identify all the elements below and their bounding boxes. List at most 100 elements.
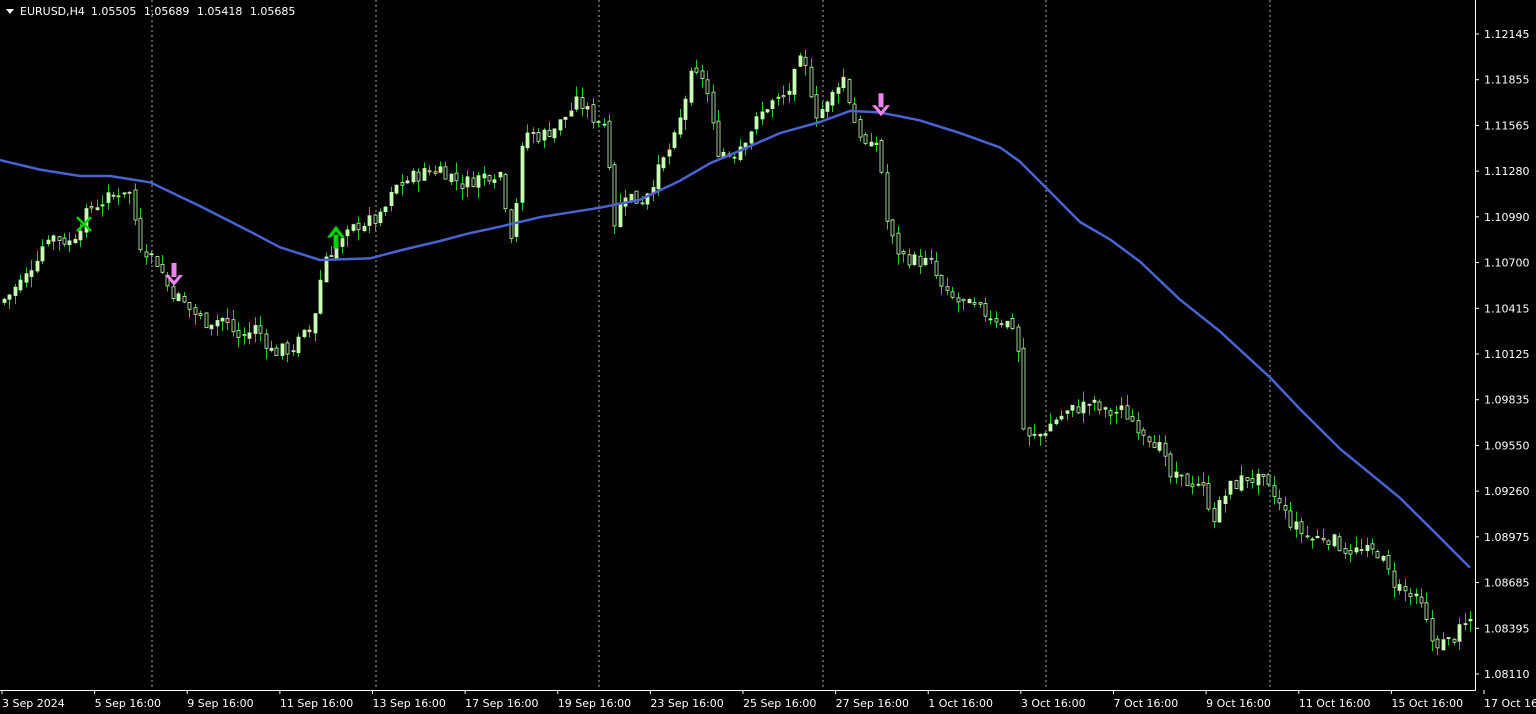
y-tick-label: 1.09260 (1484, 485, 1530, 498)
bear-candle (57, 236, 62, 241)
y-tick-label: 1.09835 (1484, 394, 1530, 407)
bull-candle (754, 116, 759, 130)
candle-layer (2, 49, 1473, 655)
bull-candle (1087, 403, 1092, 406)
bear-candle (1321, 537, 1326, 541)
bull-candle (574, 96, 579, 110)
bear-candle (1141, 429, 1146, 436)
bear-candle (503, 174, 508, 210)
bear-candle (929, 257, 934, 260)
bear-candle (231, 319, 236, 333)
bull-candle (100, 204, 105, 207)
bull-candle (318, 279, 323, 314)
bull-candle (51, 235, 56, 242)
x-tick-label: 19 Sep 16:00 (558, 697, 631, 710)
bear-candle (950, 291, 955, 298)
bear-candle (809, 66, 814, 98)
bear-candle (547, 130, 552, 137)
bull-candle (798, 55, 803, 67)
bull-candle (313, 313, 318, 334)
bear-candle (1266, 474, 1271, 485)
bear-candle (1348, 550, 1353, 555)
bear-candle (471, 177, 476, 187)
bull-candle (220, 317, 225, 322)
bull-candle (830, 91, 835, 106)
bull-candle (689, 70, 694, 103)
bear-candle (400, 182, 405, 186)
bull-candle (307, 329, 312, 333)
bull-candle (874, 142, 879, 146)
bear-candle (1283, 504, 1288, 511)
bull-candle (411, 170, 416, 183)
bull-candle (836, 87, 841, 94)
bear-candle (994, 318, 999, 323)
bear-candle (607, 120, 612, 168)
bull-candle (542, 129, 547, 141)
axis-layer: 1.12145 1.11855 1.11565 1.11280 1.10990 1.107… (0, 0, 1536, 710)
bull-candle (1256, 473, 1261, 486)
bull-candle (1228, 480, 1233, 495)
bear-candle (705, 79, 710, 95)
x-tick-label: 7 Oct 16:00 (1114, 697, 1179, 710)
bull-candle (525, 132, 530, 149)
bull-candle (465, 176, 470, 188)
bear-candle (956, 297, 961, 303)
high-value: 1.05689 (143, 4, 190, 18)
sell-arrow-shaft (878, 93, 884, 108)
bull-candle (405, 180, 410, 184)
bull-candle (296, 336, 301, 354)
sell-arrow-shaft (171, 262, 177, 277)
bull-candle (1048, 423, 1053, 432)
signal-layer (76, 93, 890, 286)
bear-candle (427, 170, 432, 173)
bull-candle (269, 347, 274, 351)
bull-candle (923, 257, 928, 266)
bull-candle (422, 168, 427, 181)
y-tick-label: 1.10125 (1484, 348, 1530, 361)
bull-candle (1217, 500, 1222, 523)
chart-window[interactable]: 1.12145 1.11855 1.11565 1.11280 1.10990 1.107… (0, 0, 1536, 714)
bull-candle (1065, 410, 1070, 414)
bull-candle (792, 68, 797, 95)
y-tick-label: 1.10990 (1484, 211, 1530, 224)
bear-candle (1245, 477, 1250, 481)
bull-candle (1457, 624, 1462, 642)
bear-candle (1206, 483, 1211, 510)
bull-candle (247, 332, 252, 339)
symbol-timeframe: EURUSD,H4 (20, 4, 85, 18)
bull-candle (389, 192, 394, 206)
bear-candle (1370, 543, 1375, 550)
bull-candle (820, 108, 825, 119)
bear-candle (204, 312, 209, 329)
y-tick-label: 1.11280 (1484, 165, 1530, 178)
bear-candle (1125, 405, 1130, 420)
bull-candle (683, 98, 688, 120)
bear-candle (978, 302, 983, 305)
bull-candle (1315, 535, 1320, 539)
bear-candle (1424, 602, 1429, 620)
bear-candle (716, 120, 721, 157)
bull-candle (776, 96, 781, 99)
bull-candle (253, 325, 258, 334)
bull-candle (514, 203, 519, 237)
bear-candle (460, 183, 465, 189)
bear-candle (1021, 347, 1026, 430)
x-tick-label: 15 Oct 16:00 (1391, 697, 1463, 710)
bull-candle (149, 253, 154, 256)
dropdown-triangle-icon[interactable] (6, 8, 14, 14)
bull-candle (967, 299, 972, 304)
bull-candle (378, 211, 383, 224)
bull-candle (1332, 534, 1337, 547)
bear-candle (138, 217, 143, 251)
bear-candle (999, 323, 1004, 326)
bear-candle (1250, 478, 1255, 483)
bear-candle (934, 260, 939, 277)
bear-candle (1212, 508, 1217, 523)
bear-candle (700, 70, 705, 79)
bull-candle (770, 100, 775, 110)
bear-candle (133, 189, 138, 221)
bear-candle (1168, 453, 1173, 478)
bear-candle (187, 302, 192, 310)
price-chart[interactable]: 1.12145 1.11855 1.11565 1.11280 1.10990 1.107… (0, 0, 1536, 714)
bear-candle (939, 275, 944, 287)
